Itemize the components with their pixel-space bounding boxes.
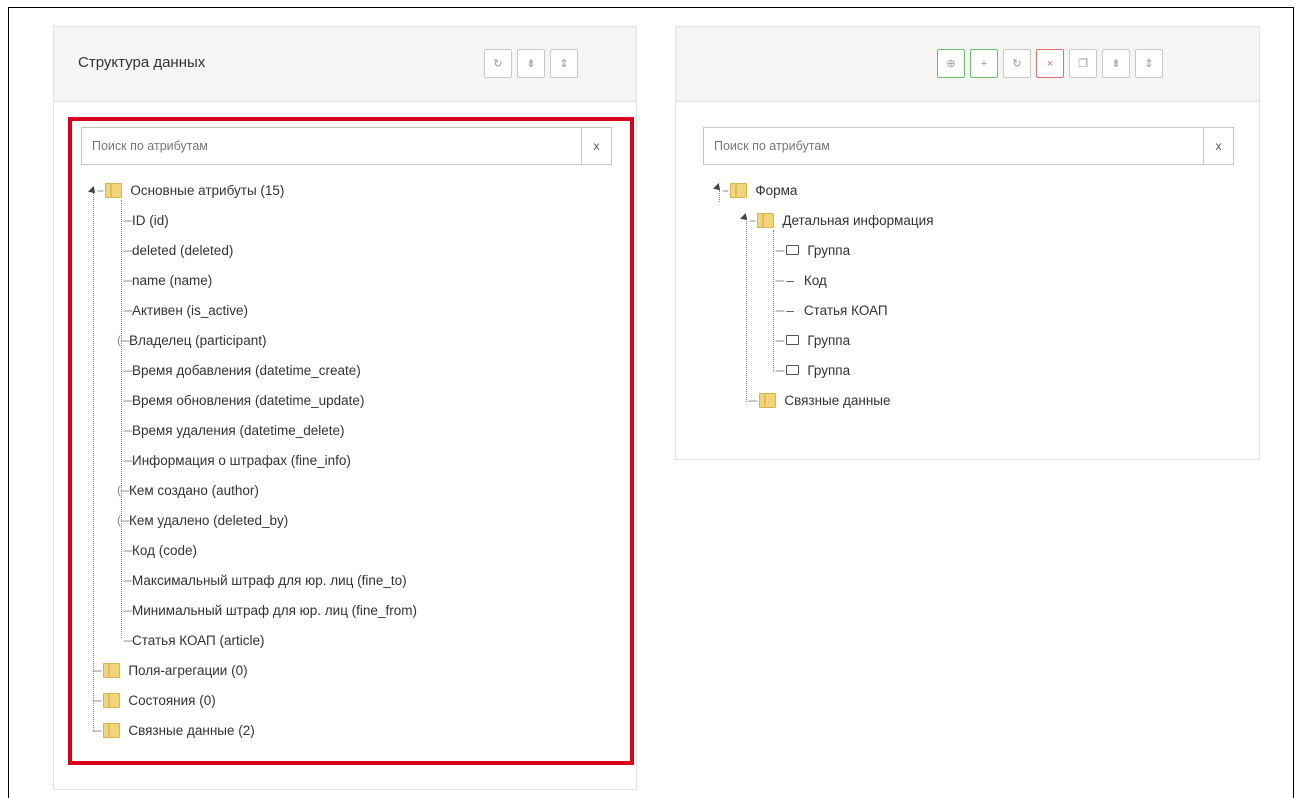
- refresh-icon: ↻: [1012, 58, 1022, 70]
- expand-all-button[interactable]: ⇕: [1135, 49, 1163, 78]
- tree-node-field[interactable]: --- – Код: [775, 270, 827, 290]
- highlight-frame: [68, 117, 634, 765]
- tree-guide-line: [773, 230, 774, 372]
- field-dash-icon: –: [786, 272, 794, 288]
- expand-all-icon: ⇕: [559, 58, 569, 70]
- tree-guide-line: [746, 218, 747, 402]
- panel-toolbar: ⊕ + ↻ × ❐ ⇟ ⇕: [937, 49, 1163, 78]
- folder-outline-icon: [786, 365, 800, 375]
- folder-icon: [730, 182, 748, 198]
- attribute-search: x: [703, 127, 1234, 165]
- refresh-button[interactable]: ↻: [1003, 49, 1031, 78]
- expand-all-button[interactable]: ⇕: [550, 49, 578, 78]
- collapse-all-icon: ⇟: [526, 58, 536, 70]
- tree-node-related-data[interactable]: --- Связные данные: [748, 390, 891, 410]
- delete-icon: ×: [1046, 57, 1054, 70]
- folder-icon: [759, 392, 777, 408]
- tree-node-group[interactable]: --- Группа: [775, 360, 850, 380]
- node-label: Код: [803, 272, 827, 288]
- copy-button[interactable]: ❐: [1069, 49, 1097, 78]
- add-field-button[interactable]: +: [970, 49, 998, 78]
- panel-toolbar: ↻ ⇟ ⇕: [484, 49, 578, 78]
- node-label: Связные данные: [784, 392, 891, 408]
- panel-header: Структура данных ↻ ⇟ ⇕: [54, 27, 636, 102]
- collapse-all-button[interactable]: ⇟: [1102, 49, 1130, 78]
- field-dash-icon: –: [786, 302, 794, 318]
- collapse-all-icon: ⇟: [1111, 58, 1121, 70]
- add-group-button[interactable]: ⊕: [937, 49, 965, 78]
- node-label: Группа: [807, 242, 851, 258]
- node-label: Форма: [755, 182, 798, 198]
- node-label: Детальная информация: [782, 212, 934, 228]
- collapse-all-button[interactable]: ⇟: [517, 49, 545, 78]
- tree-node-detail-info[interactable]: -- Детальная информация: [749, 210, 934, 230]
- tree-node-group[interactable]: --- Группа: [775, 240, 850, 260]
- refresh-icon: ↻: [493, 58, 503, 70]
- plus-icon: +: [980, 57, 988, 70]
- tree-node-group[interactable]: --- Группа: [775, 330, 850, 350]
- tree-node-form[interactable]: -- Форма: [722, 180, 797, 200]
- node-label: Группа: [807, 332, 851, 348]
- folder-outline-icon: [786, 245, 800, 255]
- panel-header: ⊕ + ↻ × ❐ ⇟ ⇕: [676, 27, 1259, 102]
- folder-outline-icon: [786, 335, 800, 345]
- expand-all-icon: ⇕: [1144, 58, 1154, 70]
- node-label: Группа: [807, 362, 851, 378]
- folder-icon: [757, 212, 775, 228]
- delete-button[interactable]: ×: [1036, 49, 1064, 78]
- tree-guide-line: [719, 190, 720, 202]
- refresh-button[interactable]: ↻: [484, 49, 512, 78]
- copy-icon: ❐: [1078, 58, 1088, 70]
- node-label: Статья КОАП: [803, 302, 888, 318]
- search-input[interactable]: [704, 128, 1204, 164]
- tree-node-field[interactable]: --- – Статья КОАП: [775, 300, 888, 320]
- panel-title: Структура данных: [78, 54, 206, 71]
- add-circle-icon: ⊕: [946, 58, 956, 70]
- clear-search-button[interactable]: x: [1203, 128, 1233, 164]
